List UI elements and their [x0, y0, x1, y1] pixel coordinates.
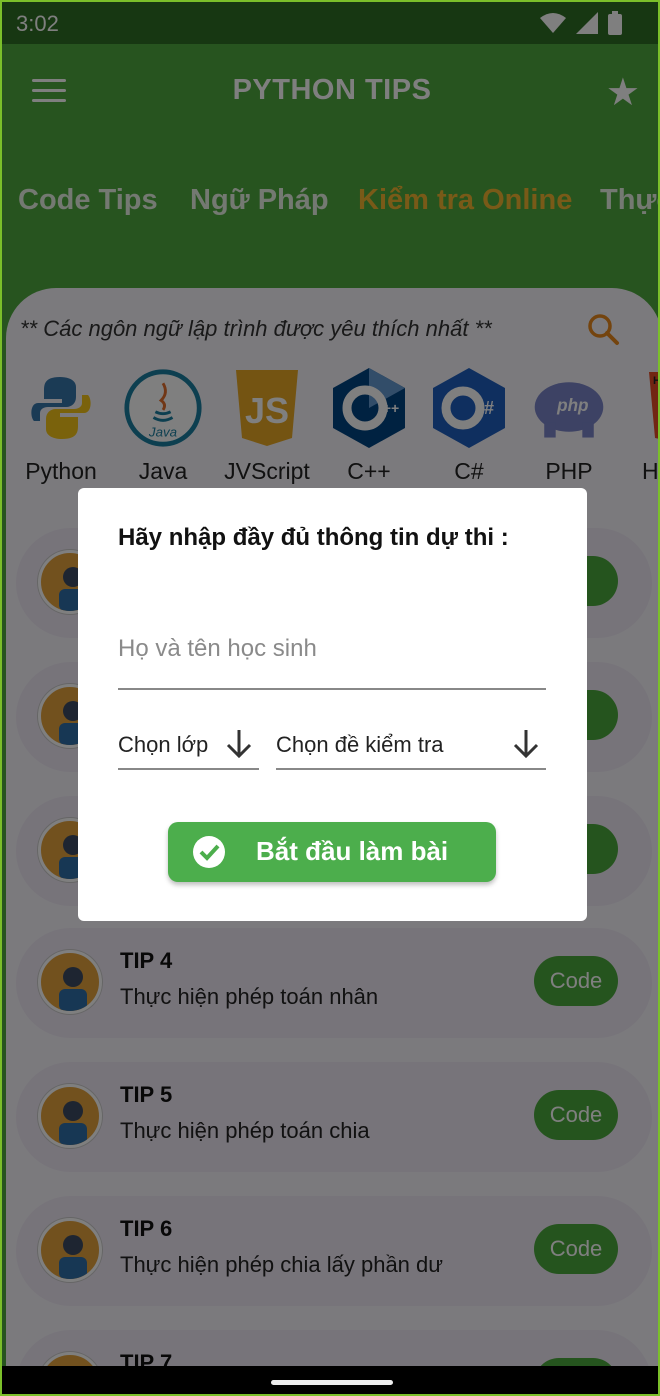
navigation-bar — [2, 1366, 658, 1394]
dialog-title: Hãy nhập đầy đủ thông tin dự thi : — [118, 524, 509, 551]
student-name-input[interactable] — [118, 610, 546, 690]
arrow-down-icon — [226, 730, 252, 759]
exam-select-label: Chọn đề kiểm tra — [276, 732, 444, 757]
exam-info-dialog: Hãy nhập đầy đủ thông tin dự thi : Chọn … — [78, 488, 587, 921]
app-screen: 3:02 PYTHON TIPS ★ Code Tips Ngữ Pháp Ki… — [0, 0, 660, 1396]
check-circle-icon — [193, 836, 225, 868]
start-exam-button[interactable]: Bắt đầu làm bài — [168, 822, 496, 882]
class-select-label: Chọn lớp — [118, 732, 209, 757]
arrow-down-icon — [513, 730, 539, 759]
class-select[interactable]: Chọn lớp — [118, 708, 259, 770]
home-handle[interactable] — [271, 1380, 393, 1385]
exam-select[interactable]: Chọn đề kiểm tra — [276, 708, 546, 770]
start-exam-label: Bắt đầu làm bài — [256, 836, 449, 866]
